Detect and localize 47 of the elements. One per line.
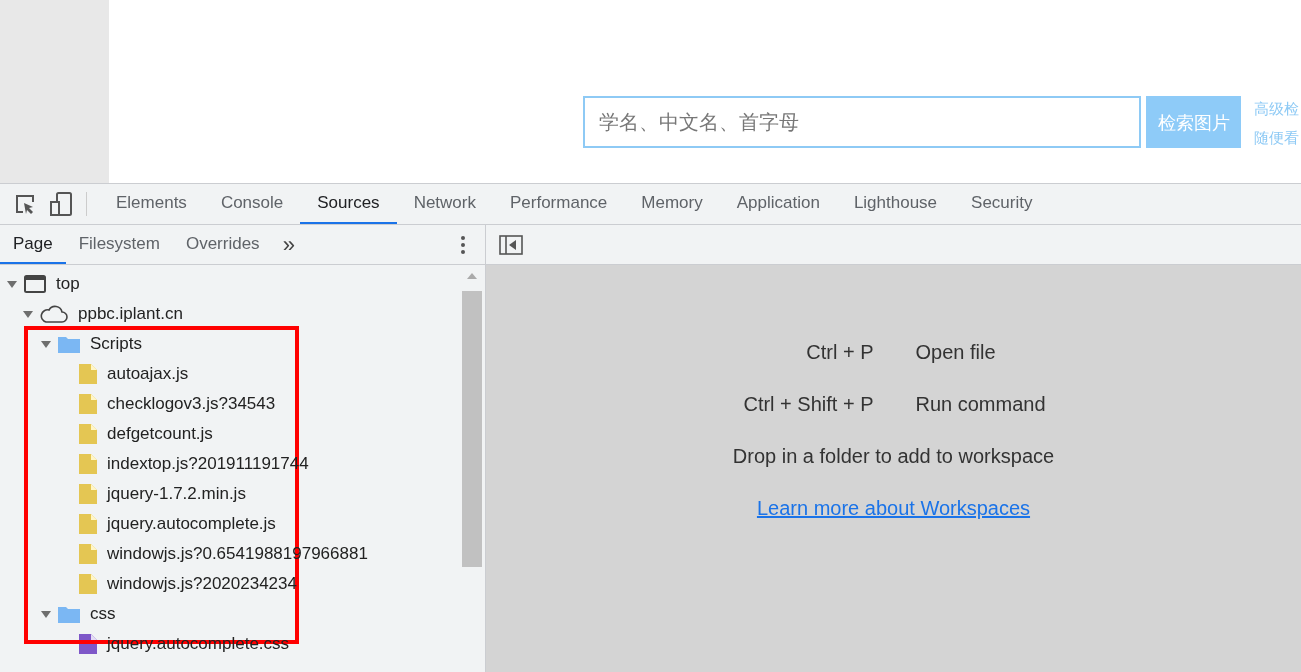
shortcut-action: Run command xyxy=(915,392,1046,417)
file-icon xyxy=(79,574,97,594)
workspace-hint: Drop in a folder to add to workspace xyxy=(732,444,1055,469)
tree-item[interactable]: ppbc.iplant.cn xyxy=(78,301,183,327)
devtools-tab[interactable]: Memory xyxy=(624,184,720,224)
shortcut-keys: Ctrl + P xyxy=(683,337,874,367)
tree-item[interactable]: autoajax.js xyxy=(107,361,189,387)
file-icon xyxy=(79,514,97,534)
search-field[interactable]: 学名、中文名、首字母 xyxy=(583,96,1141,148)
file-icon xyxy=(79,424,97,444)
more-options-icon[interactable] xyxy=(460,234,466,255)
device-icon[interactable] xyxy=(50,192,72,216)
tree-item[interactable]: checklogov3.js?34543 xyxy=(107,391,276,417)
devtools-tab[interactable]: Console xyxy=(203,184,301,224)
devtools-tab[interactable]: Lighthouse xyxy=(836,184,955,224)
folder-icon xyxy=(58,605,80,623)
tree-item[interactable]: jquery-1.7.2.min.js xyxy=(107,481,246,507)
devtools-tab[interactable]: Security xyxy=(954,184,1050,224)
file-icon xyxy=(79,394,97,414)
devtools-tab[interactable]: Elements xyxy=(99,184,204,224)
tree-item[interactable]: jquery.autocomplete.js xyxy=(107,511,276,537)
more-tabs-button[interactable]: » xyxy=(272,225,305,264)
tree-item[interactable]: Scripts xyxy=(90,331,142,357)
navigator-tab[interactable]: Overrides xyxy=(172,225,273,264)
shortcut-action: Open file xyxy=(915,340,996,365)
inspect-icon[interactable] xyxy=(14,193,36,215)
navigator-tab[interactable]: Page xyxy=(0,225,66,264)
caret-icon[interactable] xyxy=(40,338,52,350)
caret-icon[interactable] xyxy=(22,308,34,320)
devtools-tab[interactable]: Network xyxy=(396,184,493,224)
devtools-tab[interactable]: Performance xyxy=(493,184,625,224)
file-icon xyxy=(79,544,97,564)
window-icon xyxy=(24,275,46,293)
tree-item[interactable]: defgetcount.js xyxy=(107,421,213,447)
tree-item[interactable]: top xyxy=(56,271,80,297)
file-icon xyxy=(79,454,97,474)
file-icon xyxy=(79,484,97,504)
tree-item[interactable]: css xyxy=(90,601,116,627)
folder-icon xyxy=(58,335,80,353)
navigator-tab[interactable]: Filesystem xyxy=(65,225,173,264)
devtools-tab[interactable]: Application xyxy=(719,184,837,224)
cloud-icon xyxy=(40,305,68,323)
file-icon xyxy=(79,364,97,384)
sidebar-toggle-icon[interactable] xyxy=(499,234,523,255)
caret-icon[interactable] xyxy=(6,278,18,290)
shortcut-keys: Ctrl + Shift + P xyxy=(683,389,874,419)
caret-icon[interactable] xyxy=(40,608,52,620)
